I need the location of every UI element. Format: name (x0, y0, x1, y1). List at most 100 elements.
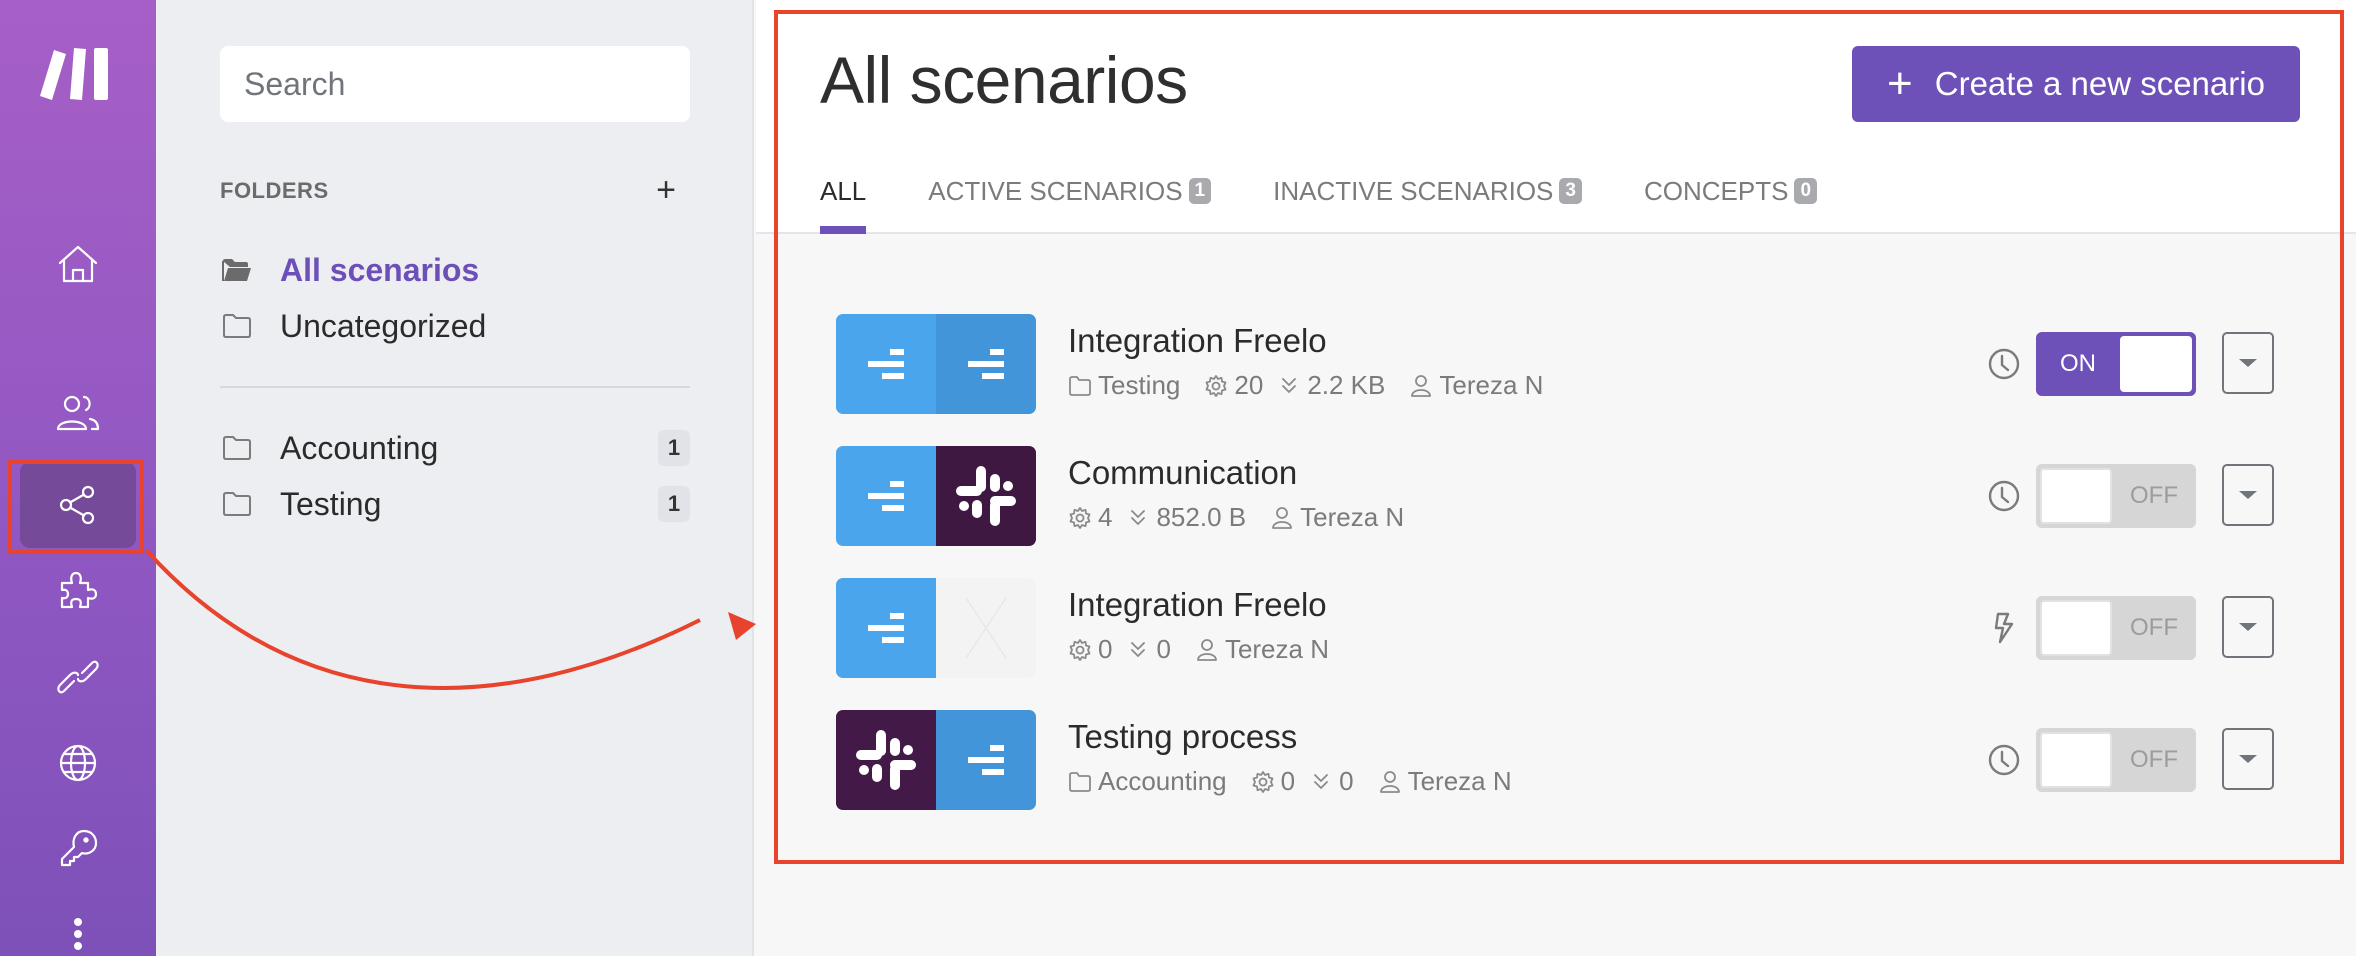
folder-icon (223, 492, 251, 516)
user-icon (1411, 374, 1432, 397)
schedule-button[interactable] (1986, 742, 2022, 778)
scenarios-main: All scenarios + Create a new scenario AL… (756, 0, 2356, 956)
scenario-row[interactable]: Communication 4 852.0 B Tereza N OFF (836, 446, 2276, 546)
scenario-meta: Accounting 0 0 Tereza N (1068, 766, 1536, 797)
scenario-tabs: ALL ACTIVE SCENARIOS 1 INACTIVE SCENARIO… (820, 172, 1879, 234)
scenario-options-dropdown[interactable] (2222, 464, 2274, 526)
folder-open-icon (222, 259, 251, 281)
gear-icon (1069, 506, 1091, 529)
caret-down-icon (2239, 359, 2257, 367)
lightning-icon (1994, 612, 2014, 644)
folder-icon (1069, 771, 1091, 792)
scenario-owner: Tereza N (1378, 766, 1512, 797)
tab-count-badge: 3 (1559, 178, 1582, 204)
make-logo-icon[interactable] (40, 46, 116, 102)
trigger-button[interactable] (1986, 610, 2022, 646)
scenario-row[interactable]: Testing process Accounting 0 0 Tereza N … (836, 710, 2276, 810)
rail-item-scenarios[interactable] (20, 462, 136, 548)
caret-down-icon (2239, 755, 2257, 763)
folder-item-testing[interactable]: Testing 1 (220, 480, 690, 528)
freelo-app-icon (836, 578, 936, 678)
user-icon (1197, 638, 1217, 661)
rail-item-home[interactable] (20, 222, 136, 308)
scenario-row[interactable]: Integration Freelo Testing 20 2.2 KB Ter… (836, 314, 2276, 414)
rail-item-keys[interactable] (20, 806, 136, 892)
folders-divider (220, 386, 690, 388)
folder-label: Accounting (280, 429, 439, 466)
missing-app-icon (936, 578, 1036, 678)
scenario-name[interactable]: Integration Freelo (1068, 586, 1327, 624)
tab-label: CONCEPTS (1643, 176, 1789, 206)
user-icon (1379, 770, 1400, 793)
tab-inactive-scenarios[interactable]: INACTIVE SCENARIOS 3 (1273, 172, 1582, 234)
toggle-knob (2040, 600, 2112, 656)
schedule-button[interactable] (1986, 478, 2022, 514)
scenario-toggle[interactable]: OFF (2036, 464, 2196, 528)
create-scenario-button[interactable]: + Create a new scenario (1852, 46, 2300, 122)
clock-icon (1988, 480, 2020, 512)
toggle-knob (2040, 732, 2112, 788)
folder-item-all-scenarios[interactable]: All scenarios (220, 246, 690, 294)
add-folder-button[interactable]: + (646, 170, 686, 210)
users-icon (56, 395, 100, 431)
home-icon (58, 245, 98, 283)
toggle-knob (2120, 336, 2192, 392)
create-scenario-label: Create a new scenario (1934, 65, 2265, 102)
scenario-app-icons (836, 710, 1036, 810)
user-icon (1272, 506, 1293, 529)
scenario-row[interactable]: Integration Freelo 0 0 Tereza N OFF (836, 578, 2276, 678)
rail-item-templates[interactable] (20, 548, 136, 634)
scenario-owner: Tereza N (1195, 634, 1329, 665)
caret-down-icon (2239, 623, 2257, 631)
tab-concepts[interactable]: CONCEPTS 0 (1643, 172, 1818, 234)
freelo-app-icon (836, 446, 936, 546)
scenario-folder: Accounting (1068, 766, 1227, 797)
scenario-meta: Testing 20 2.2 KB Tereza N (1068, 370, 1567, 401)
scenario-app-icons (836, 578, 1036, 678)
scenario-name[interactable]: Testing process (1068, 718, 1297, 756)
tab-all[interactable]: ALL (820, 172, 867, 234)
rail-item-team[interactable] (20, 370, 136, 456)
rail-item-webhooks[interactable] (20, 720, 136, 806)
rail-item-connections[interactable] (20, 634, 136, 720)
scenario-name[interactable]: Integration Freelo (1068, 322, 1327, 360)
puzzle-icon (60, 571, 98, 609)
page-title: All scenarios (820, 43, 1188, 117)
link-icon (57, 660, 99, 694)
tab-label: ALL (820, 176, 867, 206)
tab-active-scenarios[interactable]: ACTIVE SCENARIOS 1 (928, 172, 1212, 234)
scenario-folder: Testing (1068, 370, 1180, 401)
scenario-options-dropdown[interactable] (2222, 332, 2274, 394)
toggle-state-label: OFF (2130, 482, 2178, 509)
scenario-toggle[interactable]: ON (2036, 332, 2196, 396)
schedule-button[interactable] (1986, 346, 2022, 382)
scenario-options-dropdown[interactable] (2222, 728, 2274, 790)
plus-icon: + (656, 171, 676, 209)
slack-app-icon (936, 446, 1036, 546)
double-chevron-down-icon (1131, 509, 1146, 525)
folder-item-uncategorized[interactable]: Uncategorized (220, 302, 690, 350)
tab-label: ACTIVE SCENARIOS (928, 176, 1183, 206)
scenario-meta: 0 0 Tereza N (1068, 634, 1353, 665)
scenario-toggle[interactable]: OFF (2036, 728, 2196, 792)
scenario-toggle[interactable]: OFF (2036, 596, 2196, 660)
app-nav-rail (0, 0, 156, 956)
tab-count-badge: 1 (1188, 178, 1212, 204)
scenario-owner: Tereza N (1409, 370, 1543, 401)
scenario-data-transfer: 852.0 B (1126, 502, 1246, 533)
search-input[interactable] (220, 46, 690, 122)
scenario-app-icons (836, 446, 1036, 546)
globe-icon (59, 744, 97, 782)
clock-icon (1988, 348, 2020, 380)
folder-label: All scenarios (280, 251, 480, 288)
freelo-app-icon (836, 314, 936, 414)
slack-app-icon (836, 710, 936, 810)
folder-item-accounting[interactable]: Accounting 1 (220, 424, 690, 472)
more-vertical-icon[interactable] (66, 918, 90, 956)
freelo-app-icon (936, 710, 1036, 810)
scenario-name[interactable]: Communication (1068, 454, 1297, 492)
scenario-data-transfer: 0 (1309, 766, 1354, 797)
folders-panel: FOLDERS + All scenarios Uncategorized Ac… (156, 0, 754, 956)
toggle-knob (2040, 468, 2112, 524)
scenario-options-dropdown[interactable] (2222, 596, 2274, 658)
